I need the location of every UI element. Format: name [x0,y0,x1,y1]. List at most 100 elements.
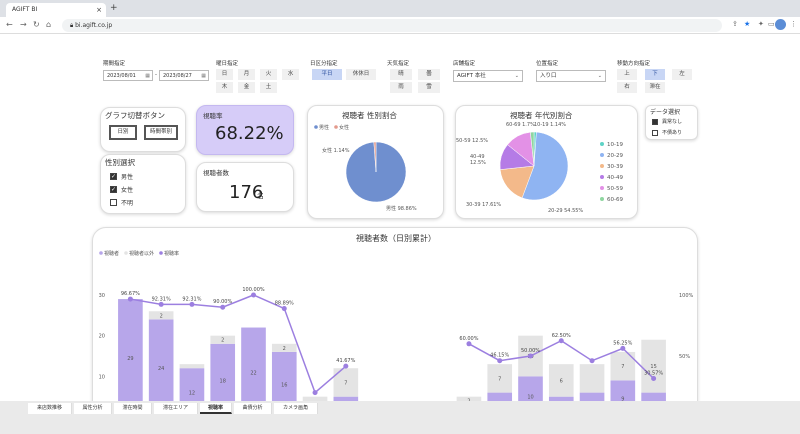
gender-data-label-1: 女性 1.14% [322,147,350,154]
rate-label-3: 90.00% [213,299,232,305]
weather-snow[interactable]: 雪 [418,82,440,93]
others-value-label-7: 7 [344,380,347,386]
weekday-sat[interactable]: 土 [260,82,277,93]
direction-stay[interactable]: 滞在 [645,82,665,93]
profile-avatar[interactable] [775,19,786,30]
weather-cloudy[interactable]: 曇 [418,69,440,80]
gender-female-checkbox[interactable]: ✓ 女性 [110,185,133,194]
gender-unknown-checkbox[interactable]: 不明 [110,198,133,207]
rate-point-11 [466,341,472,347]
weekday-fri[interactable]: 金 [238,82,255,93]
age-data-label-1: 20-29 54.55% [548,208,583,214]
browser-chrome: AGIFT BI × + ← → ↻ ⌂ 🔒︎ bi.agift.co.jp ⇪ … [0,0,800,34]
store-value: AGIFT 本社 [457,73,486,79]
age-pie-chart: 10-19 20-29 30-39 40-49 50-59 60-69 10-19 1.14… [456,122,623,214]
y-tick-1: 10 [99,374,105,380]
data-anomaly-checkbox[interactable]: 不債あり [652,129,682,136]
weather-sunny[interactable]: 晴 [390,69,412,80]
age-legend-marker-3 [600,175,604,179]
others-value-label-3: 2 [221,338,224,344]
rate-point-13 [528,353,533,359]
gender-legend-marker-1 [334,125,338,129]
gender-male-checkbox[interactable]: ✓ 男性 [110,172,133,181]
data-anomaly-label: 不債あり [662,130,683,136]
age-data-label-5: 60-69 1.7% [506,122,535,128]
weekday-mon[interactable]: 月 [238,69,255,80]
home-icon[interactable]: ⌂ [46,20,51,29]
daytype-holiday[interactable]: 休休日 [346,69,376,80]
report-tab-1[interactable]: 属性分析 [74,403,112,414]
position-select[interactable]: 入り口 ⌄ [536,70,606,82]
rate-point-16 [620,345,626,351]
new-tab-icon[interactable]: + [110,3,118,13]
direction-down[interactable]: 下 [645,69,665,80]
report-tab-3[interactable]: 滞在エリア [154,403,198,414]
gender-pie-chart: 男性 女性女性 1.14% 男性 98.86% [314,124,417,212]
calendar-icon[interactable]: ▦ [201,71,206,81]
share-icon[interactable]: ⇪ [732,20,738,28]
date-to-field[interactable]: 2023/08/27 ▦ [159,70,209,81]
rate-label-5: 88.89% [275,301,294,307]
chart-legend-label-1: 視聴者以外 [129,250,154,257]
forward-icon[interactable]: → [20,20,27,29]
menu-icon[interactable]: ⋮ [790,20,797,28]
direction-left[interactable]: 左 [672,69,692,80]
bookmark-star-icon[interactable]: ★ [744,20,750,28]
daily-button[interactable]: 日別 [109,125,137,140]
rate-label-0: 96.67% [121,291,140,297]
report-tab-5[interactable]: 曲債分析 [234,403,272,414]
weather-rain[interactable]: 雨 [390,82,412,93]
age-legend-marker-1 [600,153,604,157]
gender-filter-title: 性別選択 [105,158,135,167]
report-tab-4[interactable]: 視聴率 [200,403,232,414]
age-legend-marker-0 [600,142,604,146]
weekday-thu[interactable]: 木 [216,82,233,93]
calendar-icon[interactable]: ▦ [145,71,150,81]
checkbox-checked-icon: ✓ [110,186,117,193]
others-value-label-12: 7 [498,376,501,382]
age-data-label-0: 10-19 1.14% [534,122,566,128]
hourly-button[interactable]: 時間帯別 [144,125,178,140]
rate-label-16: 56.25% [613,340,632,346]
reload-icon[interactable]: ↻ [33,20,40,29]
chart-legend-label-2: 視聴率 [164,250,179,257]
report-tab-6[interactable]: カメラ画角 [274,403,318,414]
store-select[interactable]: AGIFT 本社 ⌄ [453,70,523,82]
daytype-weekday[interactable]: 平日 [312,69,342,80]
back-icon[interactable]: ← [6,20,13,29]
others-value-label-1: 2 [160,313,163,319]
report-tab-0[interactable]: 来店数推移 [28,403,72,414]
weekday-sun[interactable]: 日 [216,69,233,80]
rate-point-17 [651,375,657,381]
date-to-value: 2023/08/27 [163,73,192,79]
age-legend-label-5: 60-69 [607,197,623,203]
rate-point-6 [312,390,318,396]
sidepanel-icon[interactable]: ▭ [768,20,775,28]
rate-point-0 [127,296,133,302]
gender-legend-label-1: 女性 [339,124,349,131]
weekday-wed[interactable]: 水 [282,69,299,80]
data-normal-checkbox[interactable]: 異常なし [652,118,682,125]
weekday-label: 曜日指定 [216,61,239,67]
position-value: 入り口 [540,73,557,79]
view-rate-card: 視聴率 68.22% [196,105,294,155]
direction-right[interactable]: 右 [617,82,637,93]
rate-point-4 [251,292,256,298]
gender-male-label: 男性 [121,174,134,181]
gender-filter-card: 性別選択 ✓ 男性 ✓ 女性 不明 [100,154,186,214]
age-legend-label-4: 50-59 [607,186,623,192]
browser-tab[interactable]: AGIFT BI × [6,3,106,17]
viewers-card: 視聴者数 176 名 [196,162,294,212]
weekday-tue[interactable]: 火 [260,69,277,80]
age-data-label-4: 50-59 12.5% [456,138,488,144]
report-tab-2[interactable]: 滞在時間 [114,403,152,414]
url-field[interactable]: 🔒︎ bi.agift.co.jp [62,19,722,32]
direction-up[interactable]: 上 [617,69,637,80]
close-tab-icon[interactable]: × [96,3,102,17]
chart-legend-marker-1 [124,251,128,255]
rate-point-5 [281,306,287,312]
others-bar-2 [179,364,205,369]
date-separator: - [155,72,157,78]
date-from-field[interactable]: 2023/08/01 ▦ [103,70,153,81]
extensions-icon[interactable]: ✦ [758,20,764,28]
